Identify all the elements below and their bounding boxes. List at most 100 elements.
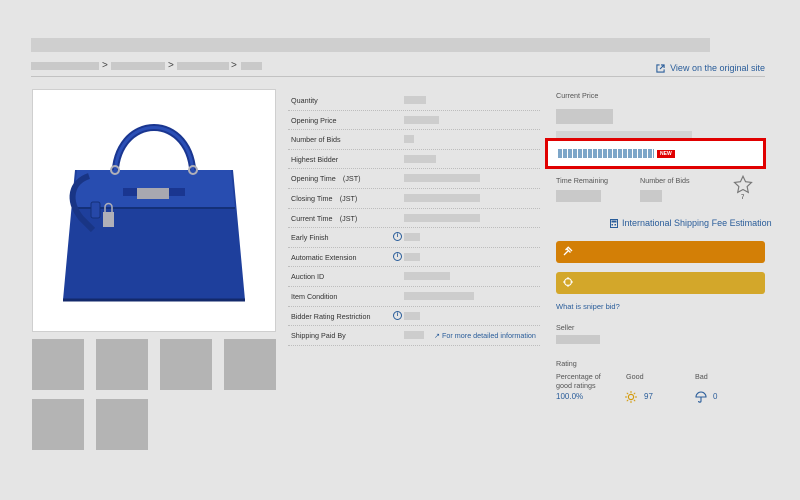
external-link-icon: ↗: [434, 331, 441, 341]
table-row: Item Condition: [288, 287, 540, 307]
breadcrumb-separator: >: [102, 60, 108, 71]
time-remaining-value: [556, 190, 601, 202]
row-label: Auction ID: [291, 272, 325, 282]
breadcrumb-item[interactable]: [111, 62, 165, 70]
gavel-icon: [563, 246, 573, 259]
new-badge: NEW: [657, 150, 675, 158]
row-value: [404, 115, 439, 124]
row-value: [404, 291, 474, 300]
row-value: [404, 193, 480, 202]
table-row: Opening Time (JST): [288, 169, 540, 189]
thumbnail-image[interactable]: [96, 339, 148, 390]
row-label: Item Condition: [291, 291, 338, 301]
seller-label: Seller: [556, 323, 575, 332]
thumbnail-image[interactable]: [160, 339, 212, 390]
shipping-estimation-label: International Shipping Fee Estimation: [622, 218, 772, 228]
bad-label: Bad: [695, 372, 708, 381]
thumbnail-image[interactable]: [96, 399, 148, 450]
good-label: Good: [626, 372, 644, 381]
row-value: [404, 213, 480, 222]
row-label: Highest Bidder: [291, 154, 339, 164]
handbag-image: [63, 124, 245, 302]
row-label: Number of Bids: [291, 135, 341, 145]
info-icon[interactable]: i: [393, 232, 402, 242]
shipping-estimation-link[interactable]: International Shipping Fee Estimation: [610, 218, 772, 228]
rating-label: Rating: [556, 359, 577, 368]
highlighted-price-box: NEW: [545, 138, 766, 169]
breadcrumb-item[interactable]: [241, 62, 262, 70]
pct-label-line2: good ratings: [556, 381, 596, 390]
time-remaining-label: Time Remaining: [556, 176, 609, 185]
row-label: Current Time (JST): [291, 213, 358, 223]
table-row: Number of Bids: [288, 130, 540, 150]
good-ratings-pct-label: good ratings: [556, 381, 596, 390]
more-info-link[interactable]: ↗ For more detailed information: [434, 331, 536, 340]
table-row: Auction ID: [288, 267, 540, 287]
table-row: Closing Time (JST): [288, 189, 540, 209]
row-value: [404, 331, 424, 340]
row-label: Quantity: [291, 96, 318, 105]
number-of-bids-value: [640, 190, 662, 202]
pct-label-line1: Percentage of: [556, 372, 601, 381]
main-product-image[interactable]: [32, 89, 276, 332]
good-ratings-pct-label: Percentage of: [556, 372, 601, 381]
row-value: [404, 96, 426, 104]
breadcrumb: > > >: [31, 60, 765, 76]
auction-info-table: Quantity Opening Price Number of Bids Hi…: [288, 91, 540, 346]
row-value: [404, 135, 414, 144]
item-title-placeholder: [31, 38, 710, 52]
view-original-label: View on the original site: [670, 63, 765, 73]
thumbnail-image[interactable]: [32, 339, 84, 390]
current-price-value: [556, 109, 613, 124]
table-row: Bidder Rating Restriction i: [288, 307, 540, 327]
sun-icon: [625, 391, 637, 403]
row-label: Closing Time (JST): [291, 193, 358, 203]
row-label: Shipping Paid By: [291, 331, 346, 341]
view-original-link[interactable]: View on the original site: [656, 63, 765, 73]
calculator-icon: [610, 218, 618, 228]
breadcrumb-separator: >: [168, 60, 174, 71]
row-label: Opening Price: [291, 115, 337, 125]
breadcrumb-separator: >: [231, 60, 237, 71]
table-row: Current Time (JST): [288, 209, 540, 229]
bid-button[interactable]: [556, 241, 765, 263]
star-icon[interactable]: [733, 175, 753, 194]
row-label: Opening Time (JST): [291, 174, 361, 184]
converted-price-value: [558, 149, 654, 158]
thumbnail-image[interactable]: [32, 399, 84, 450]
bad-count[interactable]: 0: [713, 392, 717, 401]
row-value: [404, 174, 480, 183]
sniper-bid-button[interactable]: [556, 272, 765, 294]
umbrella-icon: [695, 391, 707, 403]
info-icon[interactable]: i: [393, 310, 402, 320]
table-row: Highest Bidder: [288, 150, 540, 170]
row-value: [404, 252, 420, 261]
good-count[interactable]: 97: [644, 392, 653, 401]
watch-count: 7: [741, 195, 745, 201]
header-divider: [31, 76, 765, 77]
external-link-icon: [656, 63, 665, 73]
breadcrumb-item[interactable]: [177, 62, 229, 70]
number-of-bids-label: Number of Bids: [640, 176, 690, 185]
table-row: Automatic Extension i: [288, 248, 540, 268]
table-row: Shipping Paid By ↗ For more detailed inf…: [288, 326, 540, 346]
row-label: Bidder Rating Restriction: [291, 311, 371, 321]
row-label: Automatic Extension: [291, 252, 357, 262]
thumbnail-image[interactable]: [224, 339, 276, 390]
row-value: [404, 272, 450, 281]
table-row: Early Finish i: [288, 228, 540, 248]
row-label: Early Finish: [291, 233, 329, 243]
table-row: Quantity: [288, 91, 540, 111]
breadcrumb-item[interactable]: [31, 62, 99, 70]
more-info-label: For more detailed information: [442, 331, 536, 341]
info-icon[interactable]: i: [393, 251, 402, 261]
sniper-bid-info-link[interactable]: What is sniper bid?: [556, 302, 620, 311]
row-value: [404, 233, 420, 242]
current-price-label: Current Price: [556, 91, 599, 100]
row-value[interactable]: [404, 154, 436, 163]
crosshair-icon: [563, 277, 573, 290]
row-value: [404, 311, 420, 320]
good-ratings-pct-value: 100.0%: [556, 392, 584, 401]
seller-name[interactable]: [556, 335, 600, 344]
table-row: Opening Price: [288, 111, 540, 131]
